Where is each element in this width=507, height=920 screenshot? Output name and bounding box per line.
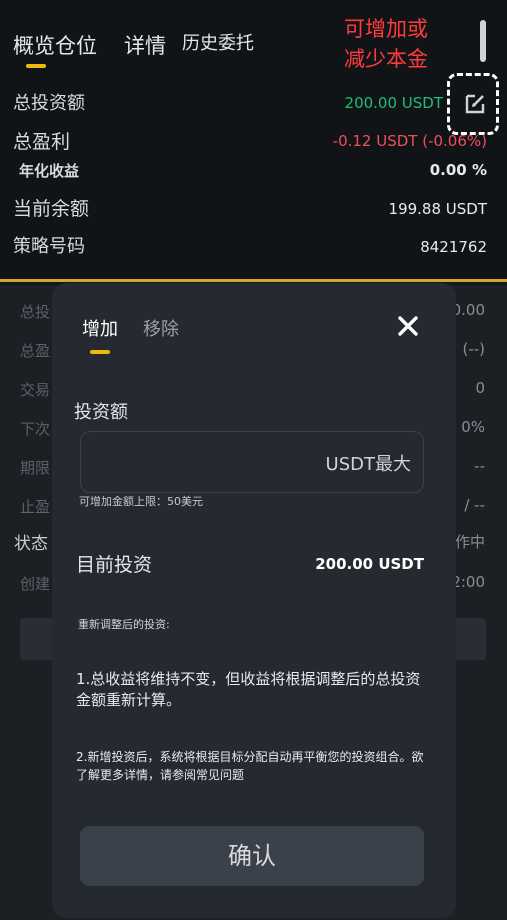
active-tab-indicator [90, 350, 110, 354]
active-tab-indicator [26, 64, 46, 68]
list-item-label: 交易 [20, 381, 51, 399]
list-item-label: 总盈 [20, 342, 51, 360]
list-item-value: 作中 [454, 533, 485, 551]
tab-detail[interactable]: 详情 [124, 30, 166, 60]
annotation-line-2: 减少本金 [344, 47, 428, 71]
list-item-value: / -- [464, 496, 485, 514]
list-item-value: -- [474, 457, 485, 475]
tab-remove[interactable]: 移除 [143, 315, 179, 341]
close-icon[interactable] [395, 313, 421, 339]
list-item-label: 下次 [20, 420, 51, 438]
list-item-label: 状态 [14, 534, 48, 554]
list-item-label: 止盈 [20, 498, 51, 516]
strategy-id-value: 8421762 [420, 238, 487, 256]
strategy-id-label: 策略号码 [13, 236, 85, 257]
tab-add[interactable]: 增加 [82, 315, 118, 341]
list-item-label: 创建 [20, 575, 51, 593]
edit-icon[interactable] [463, 92, 487, 116]
total-profit-value: -0.12 USDT (-0.06%) [332, 132, 487, 150]
max-usdt-suffix[interactable]: USDT最大 [326, 450, 411, 476]
list-item-value: 0.00 [451, 301, 485, 319]
adjusted-investment-label: 重新调整后的投资: [78, 618, 170, 631]
investment-amount-field[interactable]: USDT最大 [80, 431, 424, 493]
current-investment-label: 目前投资 [76, 554, 153, 576]
tab-overview[interactable]: 概览仓位 [13, 30, 97, 60]
list-item-value: 0 [475, 379, 485, 397]
increase-limit-hint: 可增加金额上限：50美元 [79, 495, 203, 508]
list-item-label: 总投 [20, 303, 51, 321]
total-profit-label: 总盈利 [13, 131, 71, 153]
total-investment-value: 200.00 USDT [344, 94, 443, 112]
list-item-value: 0% [461, 418, 485, 436]
current-investment-value: 200.00 USDT [315, 555, 424, 573]
investment-amount-label: 投资额 [74, 402, 128, 423]
profit-note: 1.总收益将维持不变，但收益将根据调整后的总投资金额重新计算。 [76, 670, 421, 709]
total-investment-label: 总投资额 [13, 93, 85, 114]
adjust-investment-modal: 增加 移除 投资额 USDT最大 可增加金额上限：50美元 目前投资 200.0… [52, 283, 456, 918]
confirm-button[interactable]: 确认 [80, 826, 424, 886]
annotation-line-1: 可增加或 [344, 17, 428, 41]
list-item-value: (--) [462, 340, 485, 358]
annotation-note: 可增加或 减少本金 [344, 14, 428, 74]
current-balance-value: 199.88 USDT [388, 200, 487, 218]
scrollbar-thumb[interactable] [480, 20, 486, 62]
annual-yield-value: 0.00 % [429, 161, 487, 179]
investment-amount-input[interactable] [91, 442, 291, 482]
list-item-label: 期限 [20, 459, 51, 477]
annual-yield-label: 年化收益 [19, 162, 80, 180]
rebalance-note: 2.新增投资后，系统将根据目标分配自动再平衡您的投资组合。欲了解更多详情，请参阅… [76, 750, 424, 782]
position-summary-panel: 概览仓位 详情 历史委托 可增加或 减少本金 总投资额 200.00 USDT … [0, 0, 507, 282]
tab-history[interactable]: 历史委托 [182, 29, 254, 55]
current-balance-label: 当前余额 [13, 198, 90, 220]
list-item-value: 2:00 [451, 573, 485, 591]
